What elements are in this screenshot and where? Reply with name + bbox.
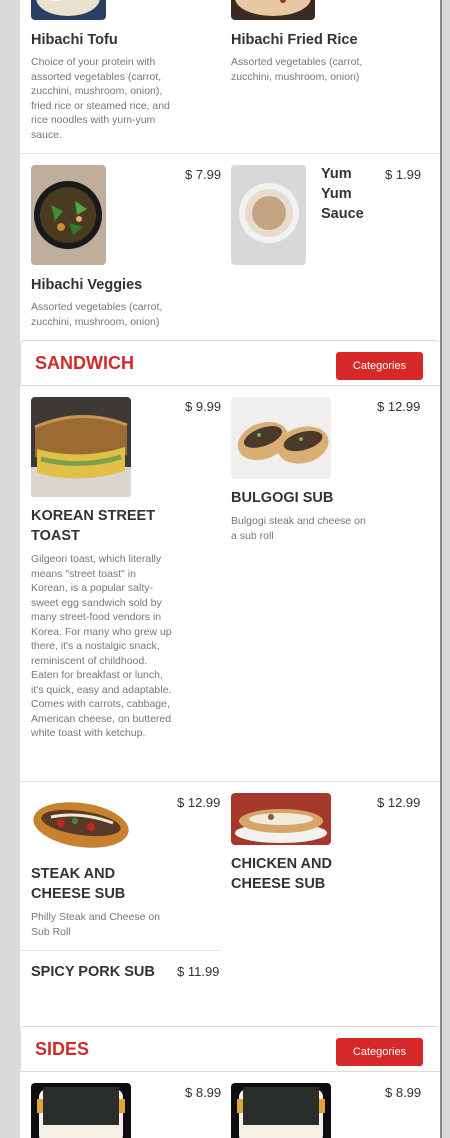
section-header-sandwich: SANDWICH Categories bbox=[20, 340, 440, 386]
side-item-price: $ 8.99 bbox=[385, 1085, 422, 1100]
korean-street-toast-name[interactable]: KOREAN STREET TOAST bbox=[31, 506, 181, 546]
hibachi-veggies-image[interactable] bbox=[31, 165, 106, 265]
bulgogi-sub-name[interactable]: BULGOGI SUB bbox=[231, 488, 411, 508]
divider bbox=[20, 950, 220, 951]
menu-row: Hibachi Tofu Choice of your protein with… bbox=[20, 0, 440, 154]
hibachi-fried-rice-name[interactable]: Hibachi Fried Rice bbox=[231, 30, 431, 50]
yum-yum-sauce-price: $ 1.99 bbox=[385, 167, 422, 182]
menu-page: Hibachi Tofu Choice of your protein with… bbox=[20, 0, 440, 1138]
side-item-price: $ 8.99 bbox=[185, 1085, 222, 1100]
bulgogi-sub-desc: Bulgogi steak and cheese on a sub roll bbox=[231, 515, 366, 542]
hibachi-veggies-desc: Assorted vegetables (carrot, zucchini, m… bbox=[31, 301, 163, 328]
section-title: SIDES bbox=[35, 1039, 90, 1059]
section-title: SANDWICH bbox=[35, 353, 134, 373]
steak-and-cheese-sub-image[interactable] bbox=[31, 793, 131, 855]
chicken-and-cheese-sub-price: $ 12.99 bbox=[377, 795, 421, 810]
side-item-image[interactable] bbox=[231, 1083, 331, 1138]
scroll-border bbox=[440, 0, 442, 1138]
categories-button[interactable]: Categories bbox=[336, 352, 423, 380]
side-item-image[interactable] bbox=[31, 1083, 131, 1138]
spicy-pork-sub-name[interactable]: SPICY PORK SUB bbox=[31, 962, 171, 982]
hibachi-tofu-name[interactable]: Hibachi Tofu bbox=[31, 30, 201, 50]
hibachi-fried-rice-desc: Assorted vegetables (carrot, zucchini, m… bbox=[231, 56, 363, 83]
hibachi-veggies-name[interactable]: Hibachi Veggies bbox=[31, 275, 211, 295]
menu-row: $ 12.99 STEAK AND CHEESE SUB Philly Stea… bbox=[20, 782, 440, 1026]
menu-row: $ 8.99 $ 8.99 bbox=[20, 1072, 440, 1138]
chicken-and-cheese-sub-name[interactable]: CHICKEN AND CHEESE SUB bbox=[231, 854, 391, 894]
hibachi-tofu-desc: Choice of your protein with assorted veg… bbox=[31, 56, 170, 141]
steak-and-cheese-sub-desc: Philly Steak and Cheese on Sub Roll bbox=[31, 911, 160, 938]
chicken-and-cheese-sub-image[interactable] bbox=[231, 793, 331, 845]
menu-row: $ 7.99 Hibachi Veggies Assorted vegetabl… bbox=[20, 154, 440, 340]
hibachi-tofu-image[interactable] bbox=[31, 0, 106, 20]
spicy-pork-sub-price: $ 11.99 bbox=[177, 964, 220, 979]
hibachi-veggies-price: $ 7.99 bbox=[185, 167, 222, 182]
bulgogi-sub-image[interactable] bbox=[231, 397, 331, 479]
korean-street-toast-desc: Gilgeori toast, which literally means "s… bbox=[31, 553, 172, 739]
korean-street-toast-image[interactable] bbox=[31, 397, 131, 497]
steak-and-cheese-sub-name[interactable]: STEAK AND CHEESE SUB bbox=[31, 864, 171, 904]
categories-button[interactable]: Categories bbox=[336, 1038, 423, 1066]
hibachi-fried-rice-image[interactable] bbox=[231, 0, 315, 20]
bulgogi-sub-price: $ 12.99 bbox=[377, 399, 421, 414]
yum-yum-sauce-name[interactable]: Yum Yum Sauce bbox=[321, 164, 371, 224]
korean-street-toast-price: $ 9.99 bbox=[185, 399, 222, 414]
yum-yum-sauce-image[interactable] bbox=[231, 165, 306, 265]
section-header-sides: SIDES Categories bbox=[20, 1026, 440, 1072]
menu-row: $ 9.99 KOREAN STREET TOAST Gilgeori toas… bbox=[20, 386, 440, 782]
steak-and-cheese-sub-price: $ 12.99 bbox=[177, 795, 221, 810]
